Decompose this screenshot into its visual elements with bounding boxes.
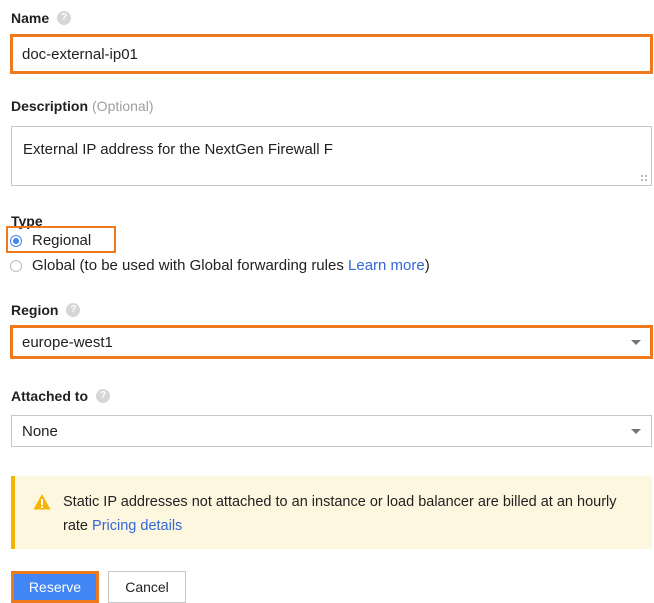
help-icon[interactable]: ? [66,303,81,317]
description-label-row: Description (Optional) [11,98,153,114]
pricing-warning: Static IP addresses not attached to an i… [11,476,652,549]
cancel-button[interactable]: Cancel [108,571,186,603]
radio-global-suffix: ) [424,257,430,274]
learn-more-link[interactable]: Learn more [348,257,425,274]
attached-to-select[interactable]: None [11,415,652,447]
region-label-row: Region ? [11,302,81,318]
attached-select-value: None [22,422,58,440]
reserve-static-ip-form: Name ? doc-external-ip01 Description (Op… [0,0,654,603]
help-icon[interactable]: ? [57,11,72,25]
attached-label-row: Attached to ? [11,388,110,404]
name-label: Name [11,10,50,26]
optional-hint: (Optional) [92,98,154,114]
chevron-down-icon [631,340,641,345]
radio-checked-icon[interactable] [10,234,22,247]
warning-text-block: Static IP addresses not attached to an i… [63,490,638,549]
description-textarea[interactable]: External IP address for the NextGen Fire… [11,126,652,186]
reserve-button[interactable]: Reserve [11,571,99,603]
pricing-details-link[interactable]: Pricing details [92,518,182,534]
resize-grip-icon[interactable] [640,174,648,182]
region-select-value: europe-west1 [22,333,113,351]
help-icon[interactable]: ? [96,389,110,403]
warning-triangle-icon [33,494,51,510]
name-input-value: doc-external-ip01 [22,45,138,63]
radio-regional[interactable]: Regional [10,232,91,249]
radio-global[interactable]: Global (to be used with Global forwardin… [10,257,430,274]
region-label: Region [11,302,59,318]
radio-regional-label: Regional [32,232,92,249]
radio-unchecked-icon[interactable] [10,259,22,272]
name-input[interactable]: doc-external-ip01 [10,34,653,74]
region-select[interactable]: europe-west1 [10,325,653,359]
attached-label: Attached to [11,388,88,404]
name-label-row: Name ? [11,10,72,26]
chevron-down-icon [631,429,641,434]
description-value: External IP address for the NextGen Fire… [23,141,333,158]
description-label: Description [11,98,89,114]
radio-global-label: Global (to be used with Global forwardin… [32,257,344,274]
